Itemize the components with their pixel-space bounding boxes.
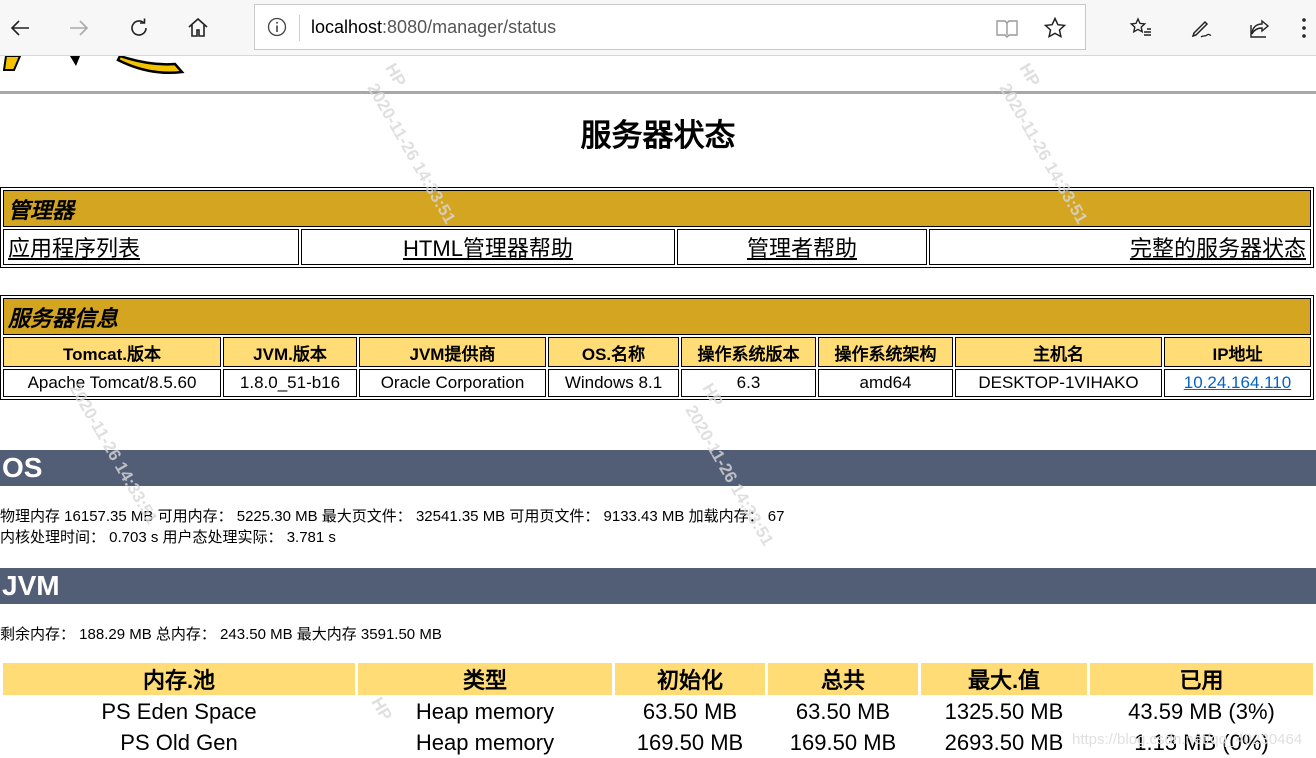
- column-header: 操作系统版本: [681, 337, 816, 367]
- column-header: 内存.池: [3, 663, 355, 695]
- back-button[interactable]: [0, 8, 40, 48]
- column-header: 总共: [768, 663, 918, 695]
- page-title: 服务器状态: [580, 118, 736, 153]
- pen-button[interactable]: [1181, 8, 1221, 48]
- column-header: 最大.值: [921, 663, 1087, 695]
- browser-toolbar: localhost:8080/manager/status: [0, 0, 1316, 56]
- arrow-left-icon: [10, 20, 29, 36]
- pool-max-cell: 2693.50 MB: [944, 730, 1064, 755]
- column-header: 初始化: [615, 663, 765, 695]
- pool-init-cell: 63.50 MB: [642, 699, 738, 724]
- page-content: 服务器状态 管理器 应用程序列表 HTML管理器帮助 管理者帮助 完整的服务器状…: [0, 56, 1316, 758]
- complete-server-status-link[interactable]: 完整的服务器状态: [1130, 236, 1306, 261]
- manager-link-cell: 应用程序列表: [3, 229, 299, 265]
- pool-name-cell: PS Eden Space: [101, 699, 257, 724]
- pool-type-cell: Heap memory: [415, 699, 555, 724]
- url-text[interactable]: localhost:8080/manager/status: [311, 15, 556, 39]
- manager-table: 管理器 应用程序列表 HTML管理器帮助 管理者帮助 完整的服务器状态: [0, 187, 1314, 268]
- csdn-watermark: https://blog.csdn.net/qq_40230464: [1072, 731, 1303, 748]
- manager-link-cell: 完整的服务器状态: [929, 229, 1311, 265]
- jvm-memory-line: 剩余内存： 188.29 MB 总内存： 243.50 MB 最大内存 3591…: [0, 626, 442, 643]
- jvm-vendor-cell: Oracle Corporation: [359, 369, 546, 397]
- column-header: 操作系统架构: [818, 337, 953, 367]
- url-path: :8080/manager/status: [382, 17, 557, 37]
- ip-address-link[interactable]: 10.24.164.110: [1184, 373, 1291, 392]
- url-host: localhost: [311, 17, 383, 37]
- pool-max-cell: 1325.50 MB: [944, 699, 1064, 724]
- pool-used-cell: 43.59 MB (3%): [1128, 699, 1275, 724]
- address-bar[interactable]: localhost:8080/manager/status: [254, 4, 1086, 50]
- home-button[interactable]: [178, 8, 218, 48]
- column-header: OS.名称: [548, 337, 679, 367]
- column-header: 类型: [358, 663, 612, 695]
- column-header: 主机名: [955, 337, 1162, 367]
- favorites-list-icon: [1129, 17, 1151, 36]
- pool-total-cell: 169.50 MB: [789, 730, 897, 755]
- os-process-time-line: 内核处理时间： 0.703 s 用户态处理实际： 3.781 s: [0, 529, 336, 546]
- manager-heading: 管理器: [3, 190, 1311, 227]
- address-separator: [299, 15, 300, 41]
- html-manager-help-link[interactable]: HTML管理器帮助: [403, 236, 573, 261]
- os-memory-line: 物理内存 16157.35 MB 可用内存： 5225.30 MB 最大页文件：…: [0, 508, 785, 525]
- home-icon: [188, 17, 208, 37]
- manager-help-link[interactable]: 管理者帮助: [747, 236, 857, 261]
- header-divider: [0, 91, 1316, 94]
- manager-link-cell: 管理者帮助: [677, 229, 927, 265]
- column-header: JVM.版本: [223, 337, 357, 367]
- pool-name-cell: PS Old Gen: [120, 730, 238, 755]
- info-icon[interactable]: [267, 17, 287, 37]
- reading-view-icon[interactable]: [995, 16, 1019, 40]
- pool-type-cell: Heap memory: [415, 730, 555, 755]
- share-button[interactable]: [1240, 8, 1280, 48]
- column-header: JVM提供商: [359, 337, 546, 367]
- ip-address-cell: 10.24.164.110: [1164, 369, 1311, 397]
- pool-init-cell: 169.50 MB: [636, 730, 744, 755]
- pen-icon: [1191, 20, 1212, 38]
- server-info-heading: 服务器信息: [3, 298, 1311, 335]
- favorite-star-icon[interactable]: [1043, 16, 1067, 40]
- tomcat-logo-strip: [0, 56, 1316, 92]
- favorites-button[interactable]: [1121, 8, 1161, 48]
- refresh-icon: [131, 18, 147, 36]
- column-header: IP地址: [1164, 337, 1311, 367]
- jvm-version-cell: 1.8.0_51-b16: [223, 369, 357, 397]
- forward-button[interactable]: [59, 8, 99, 48]
- tomcat-version-cell: Apache Tomcat/8.5.60: [3, 369, 221, 397]
- tomcat-logo[interactable]: [0, 56, 200, 76]
- share-icon: [1250, 19, 1270, 38]
- refresh-button[interactable]: [119, 8, 159, 48]
- os-name-cell: Windows 8.1: [548, 369, 679, 397]
- server-info-table: 服务器信息 Tomcat.版本 JVM.版本 JVM提供商 OS.名称 操作系统…: [0, 295, 1314, 400]
- pool-total-cell: 63.50 MB: [795, 699, 891, 724]
- more-menu-button[interactable]: [1300, 14, 1308, 42]
- more-icon: [1302, 18, 1306, 38]
- os-section-heading: OS: [0, 450, 1316, 486]
- arrow-right-icon: [70, 20, 89, 36]
- os-arch-cell: amd64: [818, 369, 953, 397]
- applications-list-link[interactable]: 应用程序列表: [8, 236, 140, 261]
- table-row: PS Eden Space Heap memory 63.50 MB 63.50…: [3, 698, 1313, 726]
- hostname-cell: DESKTOP-1VIHAKO: [955, 369, 1162, 397]
- jvm-section-heading: JVM: [0, 568, 1316, 604]
- manager-link-cell: HTML管理器帮助: [301, 229, 675, 265]
- os-version-cell: 6.3: [681, 369, 816, 397]
- column-header: Tomcat.版本: [3, 337, 221, 367]
- column-header: 已用: [1090, 663, 1313, 695]
